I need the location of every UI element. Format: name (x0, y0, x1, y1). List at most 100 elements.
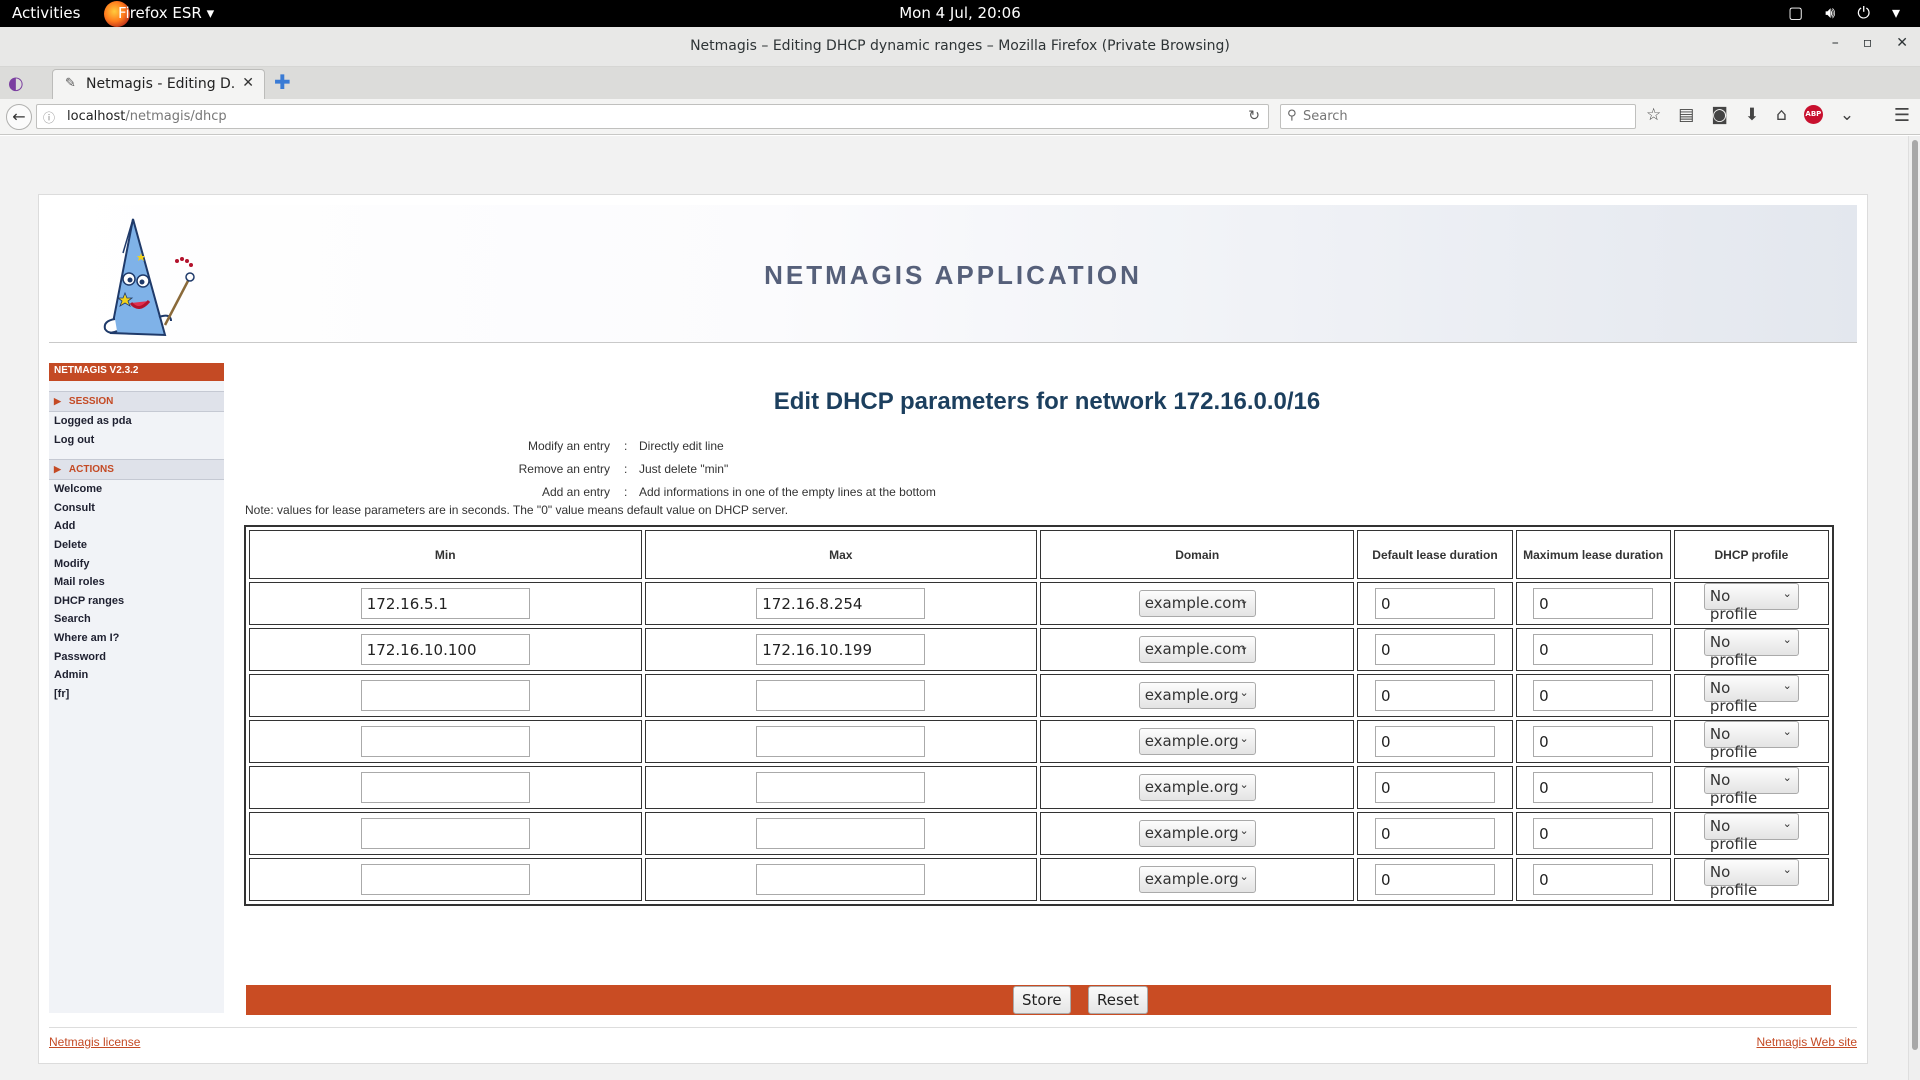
default-lease-input[interactable] (1374, 634, 1495, 665)
sidebar-item-dhcp-ranges[interactable]: DHCP ranges (49, 592, 224, 611)
max-ip-input[interactable] (756, 726, 926, 757)
domain-select[interactable]: example.org ⌄ (1138, 866, 1256, 893)
min-ip-input[interactable] (360, 680, 530, 711)
scrollbar-thumb[interactable] (1912, 140, 1918, 1050)
chevron-down-icon: ⌄ (1782, 587, 1792, 600)
sidebar-item-modify[interactable]: Modify (49, 555, 224, 574)
default-lease-input[interactable] (1374, 726, 1495, 757)
reading-list-icon[interactable]: ▤ (1678, 105, 1694, 125)
system-tray[interactable]: ▢ 🔊︎ ⏻ ▾ (1788, 3, 1900, 23)
max-ip-input[interactable] (756, 772, 926, 803)
max-lease-input[interactable] (1533, 864, 1654, 895)
store-button[interactable]: Store (1013, 986, 1071, 1014)
minimize-button[interactable]: – (1832, 35, 1839, 51)
default-lease-input[interactable] (1374, 588, 1495, 619)
sidebar-item-mail-roles[interactable]: Mail roles (49, 573, 224, 592)
max-lease-input[interactable] (1533, 634, 1654, 665)
domain-select[interactable]: example.org ⌄ (1138, 774, 1256, 801)
min-ip-input[interactable] (360, 818, 530, 849)
min-ip-input[interactable] (360, 588, 530, 619)
search-bar[interactable]: ⚲ (1280, 104, 1636, 129)
cell-dhcp-profile: No profile ⌄ (1673, 766, 1829, 809)
bookmark-star-icon[interactable]: ☆ (1646, 105, 1661, 125)
home-icon[interactable]: ⌂ (1776, 105, 1787, 125)
cell-default-lease (1357, 812, 1513, 855)
favicon-icon: ✎ (65, 76, 76, 91)
dhcp-profile-select[interactable]: No profile ⌄ (1703, 859, 1799, 899)
download-icon[interactable]: ⬇ (1745, 105, 1759, 125)
cell-max-lease (1515, 582, 1671, 625)
sidebar-item-language[interactable]: [fr] (49, 685, 224, 704)
cell-max-lease (1515, 674, 1671, 717)
maximize-button[interactable]: ▫ (1863, 35, 1873, 51)
default-lease-input[interactable] (1374, 864, 1495, 895)
adblock-icon[interactable]: ABP (1803, 105, 1823, 124)
sidebar-item-password[interactable]: Password (49, 648, 224, 667)
pocket-icon[interactable]: ◙ (1711, 105, 1728, 125)
max-lease-input[interactable] (1533, 726, 1654, 757)
app-menu-button[interactable]: Firefox ESR ▾ (118, 4, 214, 22)
max-ip-input[interactable] (756, 588, 926, 619)
search-input[interactable] (1303, 107, 1623, 126)
tab-netmagis[interactable]: ✎ Netmagis - Editing D... ✕ (52, 69, 265, 99)
max-lease-input[interactable] (1533, 772, 1654, 803)
default-lease-input[interactable] (1374, 818, 1495, 849)
license-link[interactable]: Netmagis license (49, 1035, 140, 1049)
min-ip-input[interactable] (360, 772, 530, 803)
max-lease-input[interactable] (1533, 680, 1654, 711)
dhcp-profile-select[interactable]: No profile ⌄ (1703, 721, 1799, 761)
sidebar-item-welcome[interactable]: Welcome (49, 480, 224, 499)
reload-icon[interactable]: ↻ (1248, 108, 1260, 124)
back-button[interactable]: ← (6, 104, 32, 130)
min-ip-input[interactable] (360, 864, 530, 895)
sidebar-item-delete[interactable]: Delete (49, 536, 224, 555)
max-ip-input[interactable] (756, 634, 926, 665)
close-tab-icon[interactable]: ✕ (242, 75, 254, 91)
dhcp-profile-select[interactable]: No profile ⌄ (1703, 813, 1799, 853)
max-lease-input[interactable] (1533, 588, 1654, 619)
max-ip-input[interactable] (756, 818, 926, 849)
chevron-down-icon: ⌄ (1239, 778, 1249, 791)
sidebar-item-logout[interactable]: Log out (49, 431, 224, 450)
max-ip-input[interactable] (756, 864, 926, 895)
dhcp-profile-select[interactable]: No profile ⌄ (1703, 675, 1799, 715)
default-lease-input[interactable] (1374, 680, 1495, 711)
domain-select[interactable]: example.com ⌄ (1138, 590, 1256, 617)
domain-select[interactable]: example.com ⌄ (1138, 636, 1256, 663)
chevron-down-icon[interactable]: ⌄ (1840, 105, 1854, 125)
default-lease-input[interactable] (1374, 772, 1495, 803)
url-bar[interactable]: ⓘ localhost/netmagis/dhcp ↻ (36, 104, 1269, 129)
domain-select[interactable]: example.org ⌄ (1138, 820, 1256, 847)
window-controls: – ▫ ✕ (1832, 35, 1908, 51)
session-header[interactable]: ▶ SESSION (49, 391, 224, 412)
min-ip-input[interactable] (360, 726, 530, 757)
sidebar-item-search[interactable]: Search (49, 610, 224, 629)
cell-min (249, 674, 642, 717)
url-path: /netmagis/dhcp (125, 109, 227, 124)
dhcp-profile-select[interactable]: No profile ⌄ (1703, 767, 1799, 807)
max-ip-input[interactable] (756, 680, 926, 711)
domain-select[interactable]: example.org ⌄ (1138, 728, 1256, 755)
hamburger-menu-icon[interactable]: ☰ (1894, 105, 1910, 126)
website-link[interactable]: Netmagis Web site (1757, 1035, 1857, 1049)
clock[interactable]: Mon 4 Jul, 20:06 (0, 4, 1920, 22)
actions-header[interactable]: ▶ ACTIONS (49, 459, 224, 481)
close-window-button[interactable]: ✕ (1896, 35, 1908, 51)
dhcp-profile-select[interactable]: No profile ⌄ (1703, 583, 1799, 623)
cell-max-lease (1515, 720, 1671, 763)
table-row: example.org⌄ No profile⌄ (249, 858, 1829, 901)
activities-button[interactable]: Activities (12, 4, 80, 22)
url-text[interactable]: localhost/netmagis/dhcp (67, 109, 227, 124)
reset-button[interactable]: Reset (1088, 986, 1148, 1014)
vertical-scrollbar[interactable] (1908, 136, 1920, 1080)
sidebar-item-admin[interactable]: Admin (49, 666, 224, 685)
dhcp-profile-select[interactable]: No profile ⌄ (1703, 629, 1799, 669)
domain-select[interactable]: example.org ⌄ (1138, 682, 1256, 709)
sidebar-item-where-am-i[interactable]: Where am I? (49, 629, 224, 648)
min-ip-input[interactable] (360, 634, 530, 665)
info-icon[interactable]: ⓘ (43, 109, 55, 126)
sidebar-item-add[interactable]: Add (49, 517, 224, 536)
sidebar-item-consult[interactable]: Consult (49, 499, 224, 518)
new-tab-button[interactable]: ✚ (274, 70, 291, 94)
max-lease-input[interactable] (1533, 818, 1654, 849)
